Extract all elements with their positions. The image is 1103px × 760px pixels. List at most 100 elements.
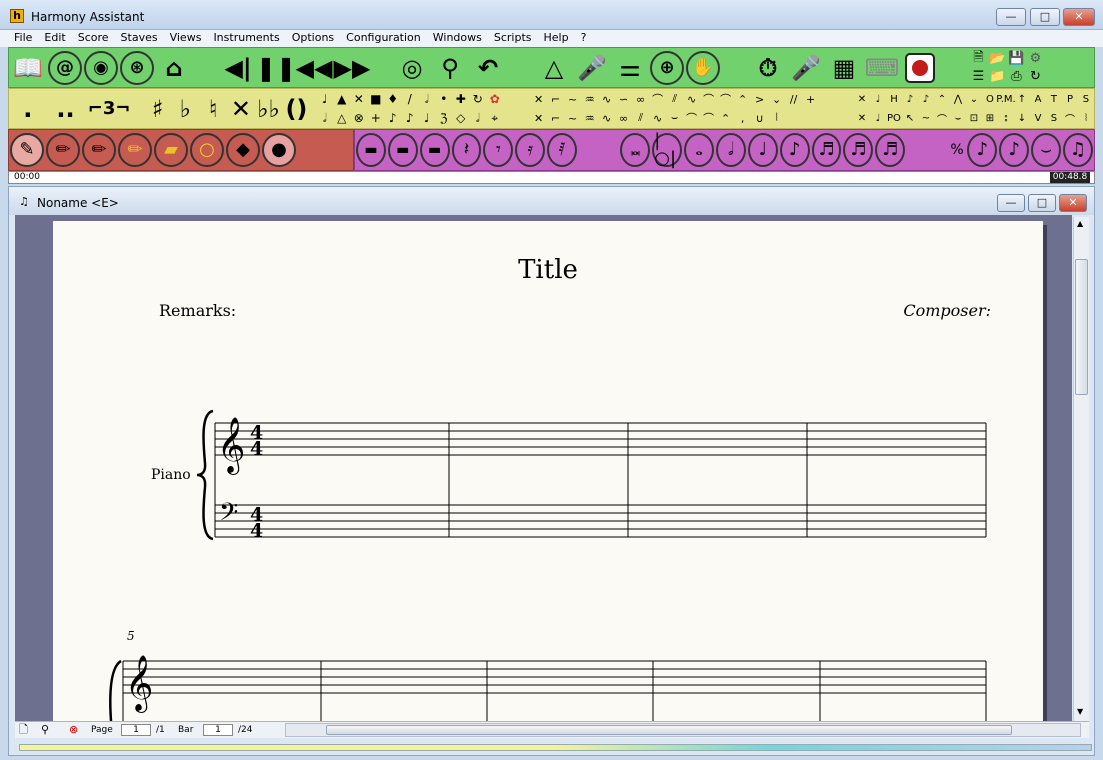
ornament-4-icon[interactable]: ⌃ xyxy=(938,94,946,105)
notehead-cross-icon[interactable]: ✚ xyxy=(456,92,466,106)
play-icon[interactable]: ◀| xyxy=(219,50,257,86)
articulation-4-icon[interactable]: ∿ xyxy=(602,93,611,106)
ornament-down-icon[interactable]: ↓ xyxy=(1018,113,1026,124)
sixtyfourth-note-icon[interactable]: ♬ xyxy=(875,133,906,167)
articulation-10-icon[interactable]: ⌒ xyxy=(703,91,714,107)
natural-icon[interactable]: ♮ xyxy=(199,91,227,127)
notehead-slash2-icon[interactable]: ♪ xyxy=(406,111,414,125)
articulation-29-icon[interactable]: ∪ xyxy=(756,112,764,125)
file-new-icon[interactable]: 🗎 xyxy=(973,48,983,70)
drum-icon[interactable]: ⊕ xyxy=(650,50,684,85)
ornament-v-icon[interactable]: V xyxy=(1035,113,1042,124)
articulation-26-icon[interactable]: ⌒ xyxy=(703,110,714,126)
globe-icon[interactable]: ◉ xyxy=(84,50,118,85)
triplet-icon[interactable]: ⌐3¬ xyxy=(84,91,134,127)
score-page[interactable]: Title Remarks: Composer: Piano 5 𝄞 𝄢 4 4… xyxy=(53,221,1043,721)
pause-icon[interactable]: ❚❚ xyxy=(256,50,296,86)
mixer-icon[interactable]: ⚌ xyxy=(611,50,649,86)
search-play-icon[interactable]: ⚲ xyxy=(431,50,469,86)
at-icon[interactable]: @ xyxy=(48,50,82,85)
folder-icon[interactable]: 📁 xyxy=(989,69,1005,84)
scroll-down-icon[interactable]: ▼ xyxy=(1077,707,1083,716)
notehead-half-icon[interactable]: 𝅗𝅥 xyxy=(425,92,429,107)
staff-system-1[interactable]: 𝄞 𝄢 44 44 xyxy=(193,401,993,541)
color-wheel-icon[interactable]: ✿ xyxy=(490,92,500,106)
pencil-yellow-icon[interactable]: ✏ xyxy=(118,133,152,167)
score-composer[interactable]: Composer: xyxy=(903,301,991,320)
notehead-plus-icon[interactable]: + xyxy=(371,111,381,125)
fast-forward-icon[interactable]: ▶▶ xyxy=(333,50,371,86)
score-canvas[interactable]: Title Remarks: Composer: Piano 5 𝄞 𝄢 4 4… xyxy=(15,215,1072,721)
quarter-note-icon[interactable]: ♩ xyxy=(747,133,778,167)
crotchet-rest-icon[interactable]: 𝄽 xyxy=(451,133,482,167)
ornament-10-icon[interactable]: ⌒ xyxy=(937,111,947,126)
ornament-o-icon[interactable]: O xyxy=(986,94,994,105)
dot-icon[interactable]: . xyxy=(9,91,47,127)
parenthesis-icon[interactable]: () xyxy=(283,91,311,127)
articulation-3-icon[interactable]: ♒ xyxy=(585,93,595,106)
sharp-icon[interactable]: ♯ xyxy=(144,91,172,127)
doc-close-button[interactable]: ✕ xyxy=(1059,194,1087,212)
tie-icon[interactable]: ⌣ xyxy=(1031,133,1062,167)
score-title[interactable]: Title xyxy=(53,255,1043,285)
notehead-z-icon[interactable]: ℨ xyxy=(440,111,447,125)
notehead-dot-icon[interactable]: • xyxy=(440,92,447,106)
repeat-percent-icon[interactable]: % xyxy=(948,142,967,159)
save-icon[interactable]: 💾 xyxy=(1008,51,1024,66)
microphone-mute-icon[interactable]: 🎤 xyxy=(787,50,825,86)
metronome-icon[interactable]: △ xyxy=(535,50,573,86)
maximize-button[interactable]: □ xyxy=(1030,8,1060,26)
sixteenth-rest-icon[interactable]: 𝄿 xyxy=(515,133,546,167)
notehead-x-icon[interactable]: ✕ xyxy=(354,92,364,106)
articulation-11-icon[interactable]: ⌒ xyxy=(720,91,731,107)
ornament-14-icon[interactable]: ⦂ xyxy=(1004,113,1007,124)
notehead-small-icon[interactable]: ♩ xyxy=(424,111,430,125)
articulation-14-icon[interactable]: ⌄ xyxy=(772,93,781,106)
articulation-x2-icon[interactable]: ✕ xyxy=(534,112,543,125)
articulation-12-icon[interactable]: ⌃ xyxy=(738,93,747,106)
articulation-27-icon[interactable]: ⌃ xyxy=(721,112,730,125)
record-icon[interactable] xyxy=(901,50,939,86)
ornament-7-icon[interactable]: ♩ xyxy=(876,113,881,124)
magnifier-yellow-icon[interactable]: ○ xyxy=(190,133,224,167)
menu-scripts[interactable]: Scripts xyxy=(488,30,538,46)
lock-icon[interactable]: ⌂ xyxy=(155,50,193,86)
folder-open-icon[interactable]: 📂 xyxy=(989,51,1005,66)
whole-rest-icon[interactable]: ▬ xyxy=(356,133,386,167)
articulation-x-icon[interactable]: ✕ xyxy=(534,93,543,106)
globe-upload-icon[interactable]: ⊛ xyxy=(120,50,154,85)
notehead-rotate-icon[interactable]: ↻ xyxy=(473,92,483,106)
ornament-8-icon[interactable]: ↖ xyxy=(906,113,914,124)
articulation-21-icon[interactable]: ∞ xyxy=(619,112,628,125)
beam-icon[interactable]: ♫ xyxy=(1063,133,1093,167)
grace-note-alt-icon[interactable]: ♪ xyxy=(999,133,1030,167)
book-icon[interactable]: 📖 xyxy=(9,50,47,86)
keyboard-icon[interactable]: ⌨ xyxy=(863,50,901,86)
ornament-up-icon[interactable]: ↑ xyxy=(1018,94,1026,105)
menu-staves[interactable]: Staves xyxy=(115,30,164,46)
ornament-15-icon[interactable]: ⌒ xyxy=(1065,111,1075,126)
ornament-a-icon[interactable]: A xyxy=(1035,94,1042,105)
menu-about[interactable]: ? xyxy=(575,30,593,46)
ornament-t-icon[interactable]: T xyxy=(1051,94,1057,105)
menu-views[interactable]: Views xyxy=(164,30,208,46)
ornament-x2-icon[interactable]: ✕ xyxy=(858,113,866,124)
staff-system-2[interactable]: 𝄞 xyxy=(103,641,993,721)
notehead-slash-alt-icon[interactable]: ♪ xyxy=(389,111,397,125)
microphone-icon[interactable]: 🎤 xyxy=(573,50,611,86)
score-remarks[interactable]: Remarks: xyxy=(159,301,236,320)
print-icon[interactable]: ⎙ xyxy=(1011,69,1021,84)
scroll-up-icon[interactable]: ▲ xyxy=(1077,219,1083,228)
articulation-22-icon[interactable]: ⫽ xyxy=(638,111,643,125)
double-whole-icon[interactable]: |○| xyxy=(652,132,683,168)
ornament-po-icon[interactable]: PO xyxy=(887,113,901,124)
ornament-16-icon[interactable]: ⦚ xyxy=(1085,113,1087,124)
eye-play-icon[interactable]: ◎ xyxy=(393,50,431,86)
pencil-tool-icon[interactable]: ✏ xyxy=(46,133,80,167)
notehead-circle-x-icon[interactable]: ⊗ xyxy=(354,111,364,125)
articulation-1-icon[interactable]: ⌐ xyxy=(551,93,560,106)
vertical-scroll-thumb[interactable] xyxy=(1075,259,1088,395)
articulation-15-icon[interactable]: // xyxy=(790,93,797,106)
double-flat-icon[interactable]: ♭♭ xyxy=(255,91,283,127)
ornament-5-icon[interactable]: ⋀ xyxy=(954,94,962,105)
